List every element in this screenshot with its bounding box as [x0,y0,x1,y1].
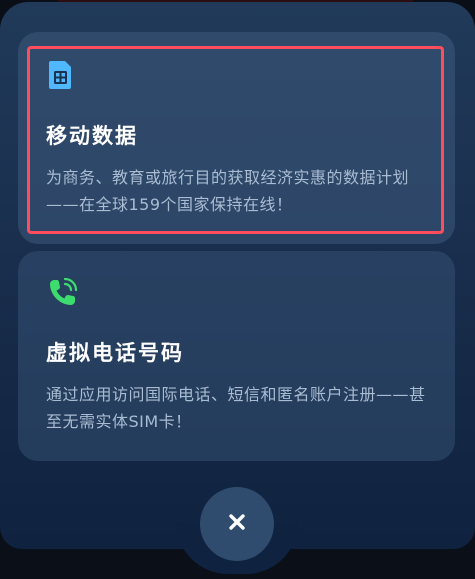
phone-ringing-icon [48,277,78,307]
mobile-data-description: 为商务、教育或旅行目的获取经济实惠的数据计划——在全球159个国家保持在线！ [46,168,410,214]
options-bottom-sheet: 移动数据 为商务、教育或旅行目的获取经济实惠的数据计划——在全球159个国家保持… [0,2,475,549]
sim-card-icon [48,60,74,90]
mobile-data-card[interactable]: 移动数据 为商务、教育或旅行目的获取经济实惠的数据计划——在全球159个国家保持… [18,32,455,244]
close-icon [228,513,246,535]
mobile-data-title: 移动数据 [46,124,138,148]
virtual-number-description: 通过应用访问国际电话、短信和匿名账户注册——甚至无需实体SIM卡！ [46,385,426,431]
virtual-number-card[interactable]: 虚拟电话号码 通过应用访问国际电话、短信和匿名账户注册——甚至无需实体SIM卡！ [18,251,455,461]
virtual-number-title: 虚拟电话号码 [46,341,184,365]
close-button[interactable] [200,487,274,561]
